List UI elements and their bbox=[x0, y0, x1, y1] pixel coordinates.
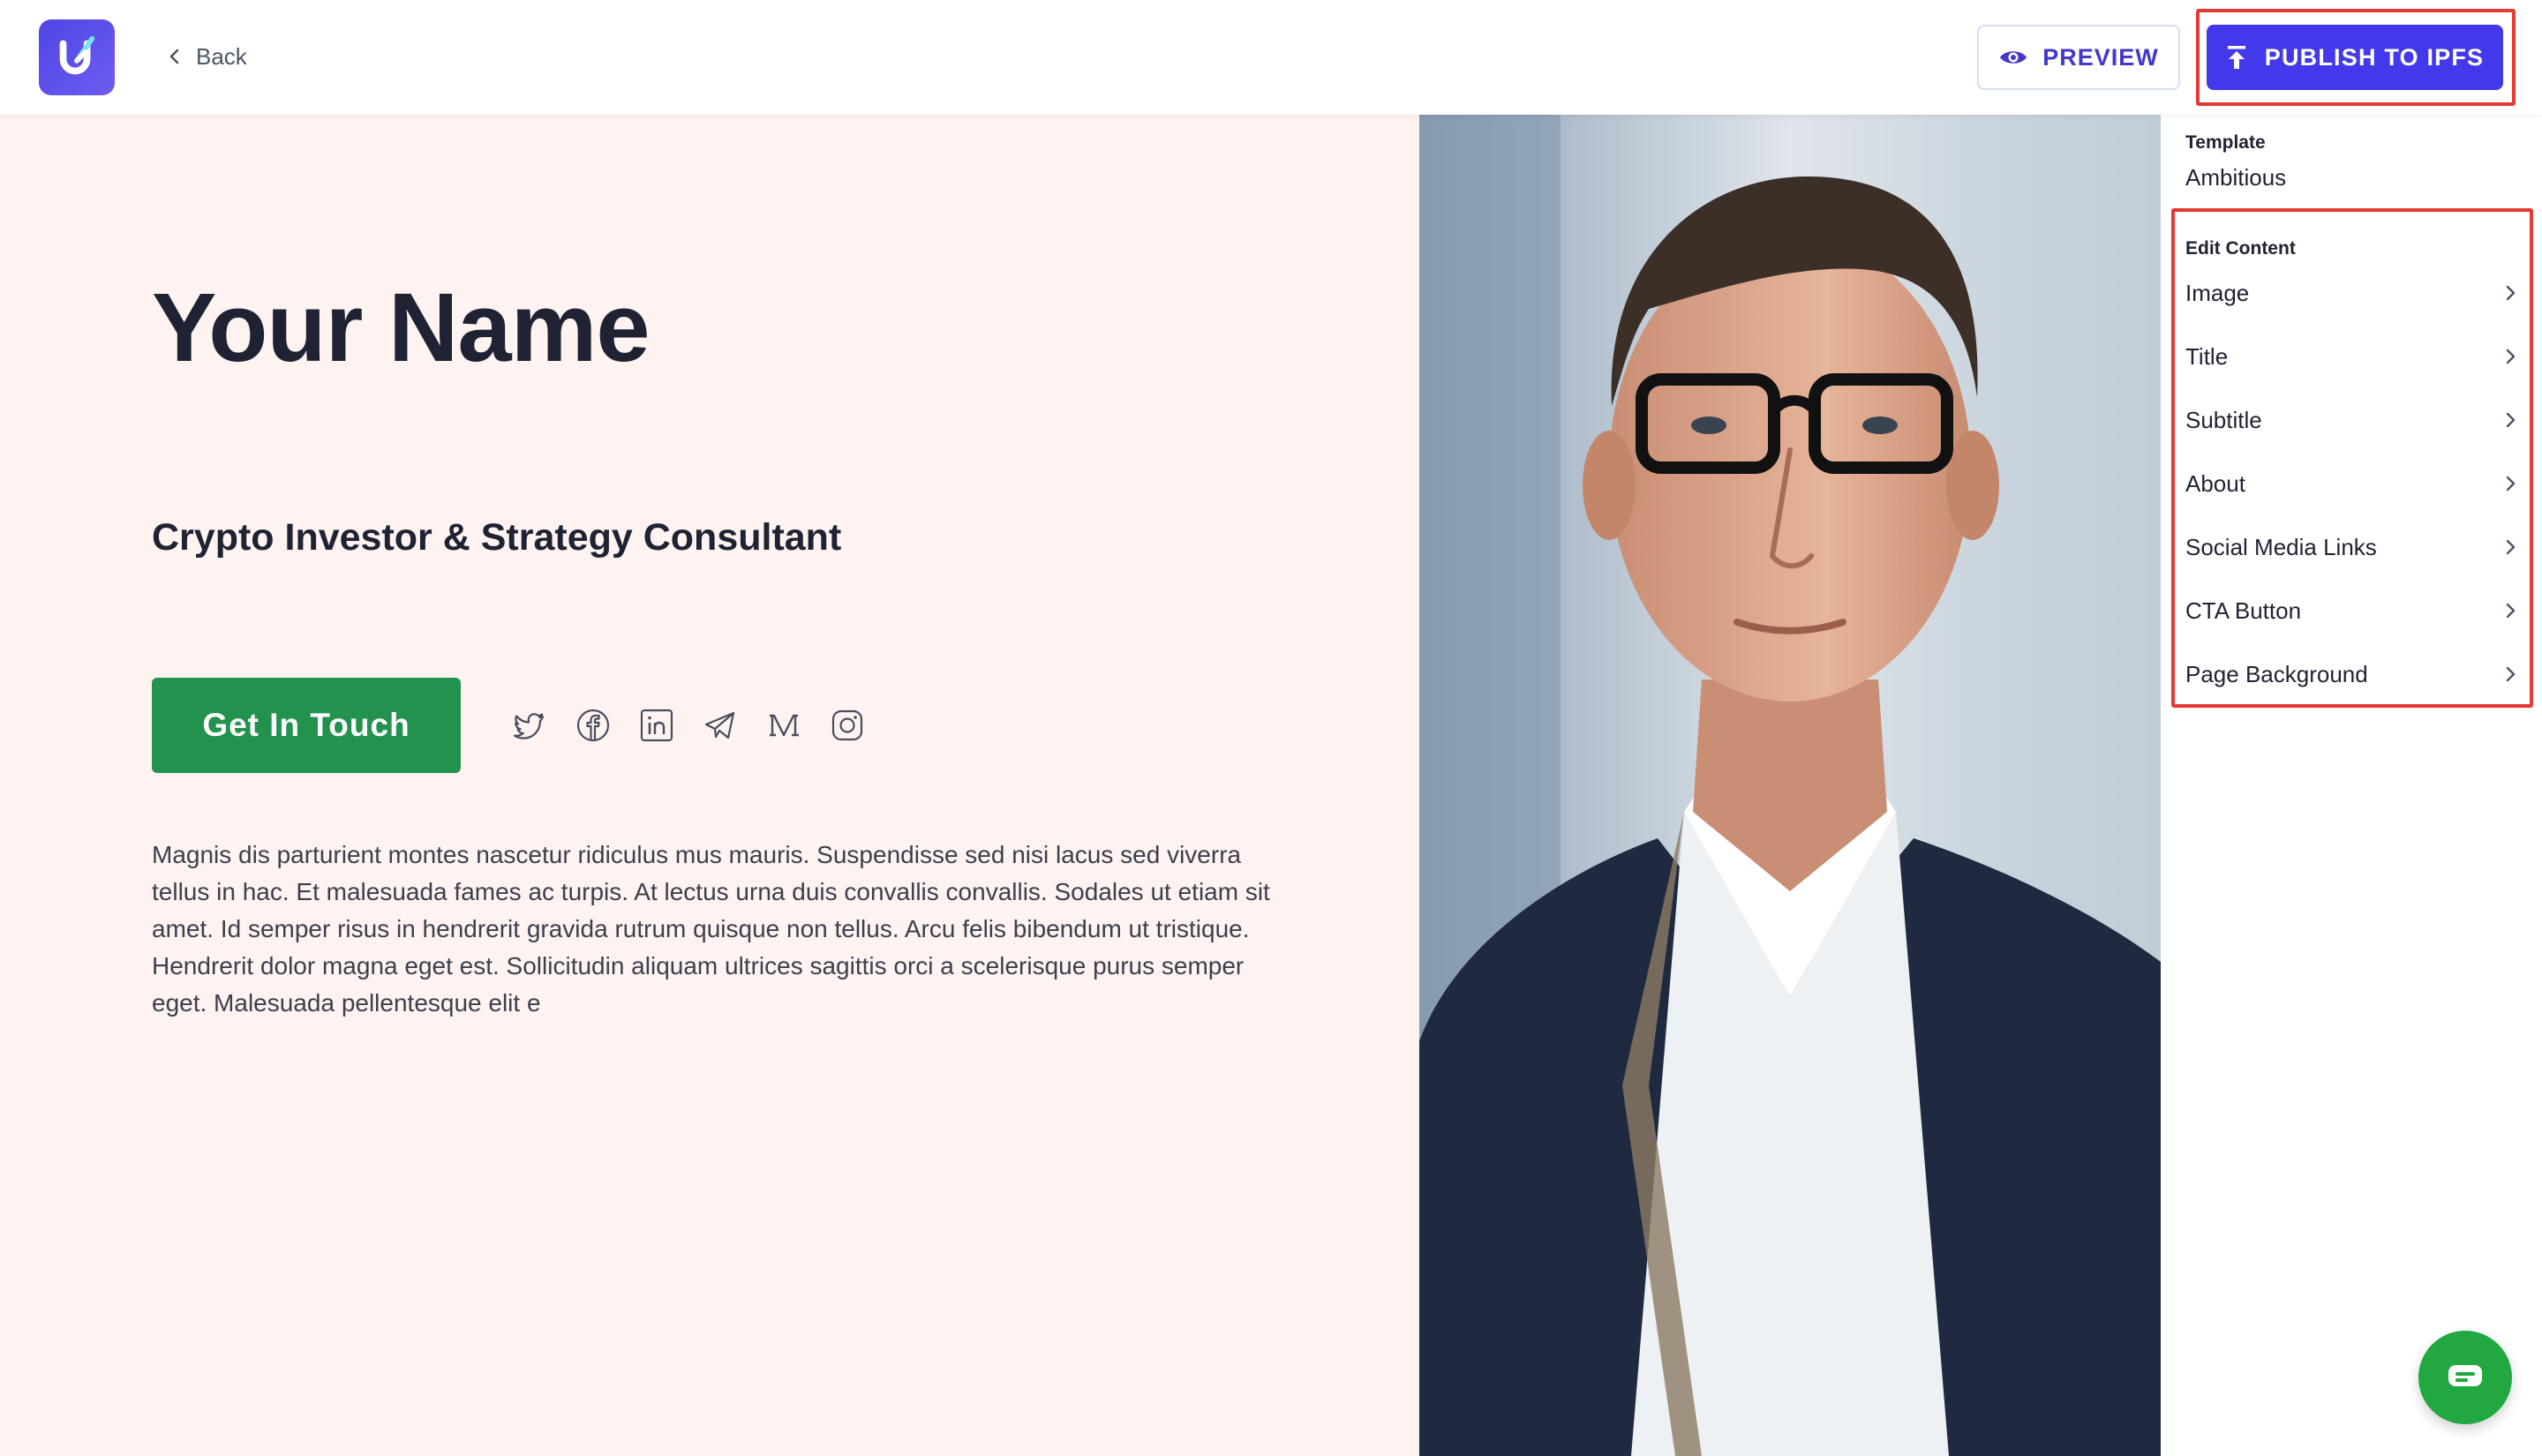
template-label: Template bbox=[2185, 132, 2266, 153]
get-in-touch-button[interactable]: Get In Touch bbox=[152, 678, 461, 773]
chevron-left-icon bbox=[169, 49, 179, 64]
top-bar: Back PREVIEW PUBLISH TO IPFS bbox=[0, 0, 2542, 115]
menu-item-cta-button[interactable]: CTA Button bbox=[2185, 579, 2519, 642]
chat-icon bbox=[2448, 1365, 2482, 1386]
menu-item-label: About bbox=[2185, 469, 2245, 497]
facebook-icon[interactable] bbox=[575, 708, 611, 743]
logo-icon bbox=[59, 35, 95, 75]
preview-button[interactable]: PREVIEW bbox=[1977, 25, 2180, 90]
about-text[interactable]: Magnis dis parturient montes nascetur ri… bbox=[152, 837, 1273, 1022]
chevron-right-icon bbox=[2506, 412, 2516, 428]
menu-item-title[interactable]: Title bbox=[2185, 325, 2519, 388]
chevron-right-icon bbox=[2506, 603, 2516, 619]
medium-icon[interactable] bbox=[766, 708, 801, 743]
edit-content-label: Edit Content bbox=[2185, 238, 2296, 259]
template-value[interactable]: Ambitious bbox=[2185, 164, 2286, 191]
menu-item-label: Subtitle bbox=[2185, 406, 2262, 433]
menu-item-subtitle[interactable]: Subtitle bbox=[2185, 388, 2519, 452]
menu-item-label: CTA Button bbox=[2185, 597, 2302, 624]
portrait-image bbox=[1419, 115, 2161, 1456]
menu-item-social-media-links[interactable]: Social Media Links bbox=[2185, 515, 2519, 579]
back-label: Back bbox=[196, 42, 247, 70]
twitter-icon[interactable] bbox=[512, 708, 547, 743]
linkedin-icon[interactable] bbox=[639, 708, 674, 743]
profile-subtitle[interactable]: Crypto Investor & Strategy Consultant bbox=[152, 516, 841, 559]
chat-support-button[interactable] bbox=[2418, 1331, 2512, 1424]
preview-label: PREVIEW bbox=[2042, 43, 2159, 71]
chevron-right-icon bbox=[2506, 539, 2516, 555]
profile-photo[interactable] bbox=[1419, 115, 2161, 1456]
chevron-right-icon bbox=[2506, 349, 2516, 364]
page-canvas: Your Name Crypto Investor & Strategy Con… bbox=[0, 115, 1419, 1456]
chevron-right-icon bbox=[2506, 666, 2516, 682]
menu-item-image[interactable]: Image bbox=[2185, 261, 2519, 325]
publish-to-ipfs-button[interactable]: PUBLISH TO IPFS bbox=[2207, 25, 2503, 90]
eye-icon bbox=[2000, 51, 2027, 64]
chevron-right-icon bbox=[2506, 285, 2516, 301]
menu-item-label: Social Media Links bbox=[2185, 533, 2377, 560]
menu-item-page-background[interactable]: Page Background bbox=[2185, 642, 2519, 706]
profile-name[interactable]: Your Name bbox=[152, 272, 651, 384]
menu-item-label: Page Background bbox=[2185, 660, 2368, 687]
social-links bbox=[512, 704, 865, 747]
publish-label: PUBLISH TO IPFS bbox=[2264, 43, 2485, 71]
chevron-right-icon bbox=[2506, 476, 2516, 492]
upload-icon bbox=[2227, 46, 2245, 69]
edit-content-menu: Image Title Subtitle About Social Media … bbox=[2185, 261, 2519, 706]
app-logo[interactable] bbox=[39, 19, 115, 95]
back-link[interactable]: Back bbox=[166, 39, 247, 74]
instagram-icon[interactable] bbox=[830, 708, 865, 743]
editor-panel: Template Ambitious Edit Content Image Ti… bbox=[2161, 115, 2542, 1456]
menu-item-about[interactable]: About bbox=[2185, 452, 2519, 515]
menu-item-label: Title bbox=[2185, 342, 2229, 370]
telegram-icon[interactable] bbox=[703, 708, 738, 743]
menu-item-label: Image bbox=[2185, 279, 2250, 306]
